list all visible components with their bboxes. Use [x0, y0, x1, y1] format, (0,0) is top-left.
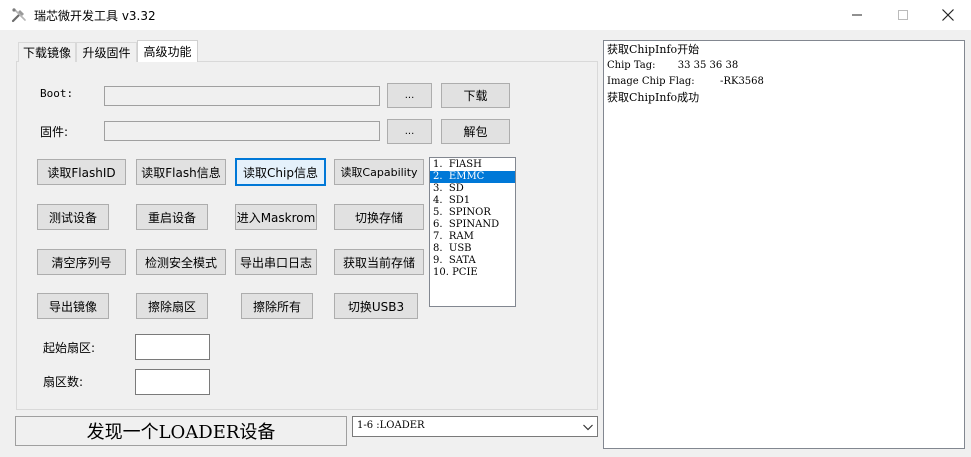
reboot-device-button[interactable]: 重启设备	[136, 204, 208, 230]
list-item[interactable]: 5. SPINOR	[430, 207, 515, 219]
firmware-label: 固件:	[40, 125, 69, 139]
start-sector-input[interactable]	[135, 334, 210, 360]
list-item[interactable]: 4. SD1	[430, 195, 515, 207]
close-button[interactable]	[925, 0, 971, 30]
maximize-button[interactable]	[880, 0, 926, 30]
download-button[interactable]: 下载	[441, 83, 510, 108]
erase-sector-button[interactable]: 擦除扇区	[136, 293, 208, 319]
start-sector-label: 起始扇区:	[43, 341, 96, 355]
sector-count-input[interactable]	[135, 369, 210, 395]
firmware-path-input[interactable]	[104, 121, 380, 141]
boot-label: Boot:	[40, 87, 74, 100]
device-status-text: 发现一个LOADER设备	[15, 416, 347, 446]
firmware-browse-button[interactable]: ...	[387, 119, 432, 144]
switch-usb3-button[interactable]: 切换USB3	[334, 293, 418, 319]
chevron-down-icon	[581, 420, 595, 434]
storage-type-list[interactable]: 1. FlASH 2. EMMC 3. SD 4. SD1 5. SPINOR …	[429, 157, 516, 307]
list-item-selected[interactable]: 2. EMMC	[430, 171, 515, 183]
log-line: Image Chip Flag: -RK3568	[607, 76, 764, 87]
check-secure-mode-button[interactable]: 检测安全模式	[136, 249, 226, 275]
unpack-button[interactable]: 解包	[441, 119, 510, 144]
log-output[interactable]: 获取ChipInfo开始 Chip Tag: 33 35 36 38 Image…	[603, 40, 965, 449]
log-line: Chip Tag: 33 35 36 38	[607, 60, 739, 71]
list-item[interactable]: 8. USB	[430, 243, 515, 255]
tab-advanced[interactable]: 高级功能	[137, 40, 198, 62]
read-flash-id-button[interactable]: 读取FlashID	[37, 159, 126, 185]
clear-serial-button[interactable]: 清空序列号	[37, 249, 126, 275]
list-item[interactable]: 6. SPINAND	[430, 219, 515, 231]
export-image-button[interactable]: 导出镜像	[37, 293, 109, 319]
read-capability-button[interactable]: 读取Capability	[334, 159, 424, 185]
enter-maskrom-button[interactable]: 进入Maskrom	[235, 204, 317, 230]
close-icon	[942, 9, 954, 21]
list-item[interactable]: 10. PCIE	[430, 267, 515, 279]
list-item[interactable]: 9. SATA	[430, 255, 515, 267]
tab-upgrade-firmware[interactable]: 升级固件	[76, 42, 137, 62]
export-serial-log-button[interactable]: 导出串口日志	[235, 249, 317, 275]
list-item[interactable]: 3. SD	[430, 183, 515, 195]
minimize-button[interactable]	[834, 0, 880, 30]
test-device-button[interactable]: 测试设备	[37, 204, 109, 230]
app-tools-icon	[11, 7, 27, 23]
minimize-icon	[852, 14, 862, 16]
window-title: 瑞芯微开发工具 v3.32	[34, 9, 156, 23]
device-select-value: 1-6 :LOADER	[357, 420, 425, 431]
log-line: 获取ChipInfo开始	[607, 43, 700, 56]
maximize-icon	[898, 10, 908, 20]
boot-browse-button[interactable]: ...	[387, 83, 432, 108]
read-chip-info-button[interactable]: 读取Chip信息	[235, 158, 326, 186]
tab-download-image[interactable]: 下载镜像	[18, 42, 76, 62]
read-flash-info-button[interactable]: 读取Flash信息	[136, 159, 226, 185]
boot-path-input[interactable]	[104, 86, 380, 106]
get-current-storage-button[interactable]: 获取当前存储	[334, 249, 424, 275]
list-item[interactable]: 1. FlASH	[430, 159, 515, 171]
list-item[interactable]: 7. RAM	[430, 231, 515, 243]
device-select[interactable]: 1-6 :LOADER	[352, 416, 598, 437]
erase-all-button[interactable]: 擦除所有	[241, 293, 313, 319]
switch-storage-button[interactable]: 切换存储	[334, 204, 424, 230]
sector-count-label: 扇区数:	[43, 375, 84, 389]
log-line: 获取ChipInfo成功	[607, 91, 700, 104]
